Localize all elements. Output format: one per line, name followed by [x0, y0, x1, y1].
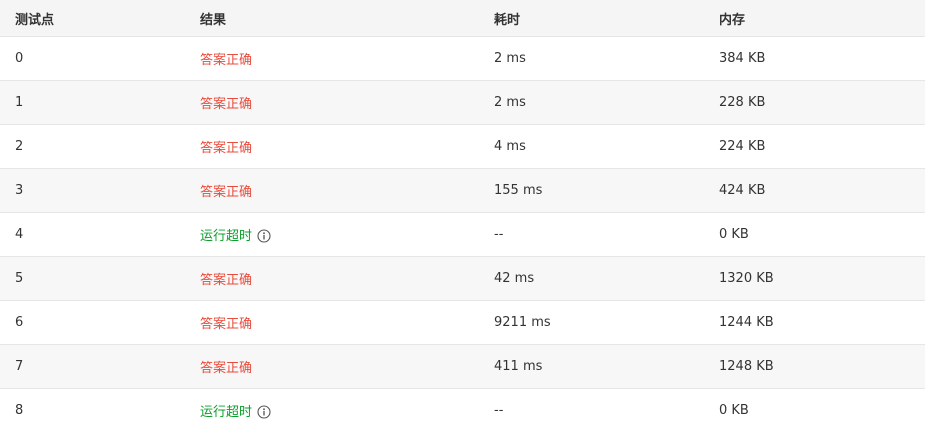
result-cell: 答案正确: [185, 301, 479, 345]
time-cell: 2 ms: [479, 81, 704, 125]
table-row: 8 运行超时 --0 KB: [0, 389, 925, 432]
testcase-id: 8: [0, 389, 185, 432]
status-accepted: 答案正确: [200, 185, 252, 200]
result-cell: 答案正确: [185, 169, 479, 213]
header-time: 耗时: [479, 0, 704, 37]
result-cell: 答案正确: [185, 37, 479, 81]
memory-cell: 224 KB: [704, 125, 925, 169]
table-header-row: 测试点 结果 耗时 内存: [0, 0, 925, 37]
result-cell: 答案正确: [185, 81, 479, 125]
time-cell: 9211 ms: [479, 301, 704, 345]
result-cell: 答案正确: [185, 345, 479, 389]
time-cell: 155 ms: [479, 169, 704, 213]
memory-cell: 1244 KB: [704, 301, 925, 345]
memory-cell: 424 KB: [704, 169, 925, 213]
table-row: 3 答案正确 155 ms424 KB: [0, 169, 925, 213]
testcase-id: 7: [0, 345, 185, 389]
header-result: 结果: [185, 0, 479, 37]
info-icon[interactable]: [257, 405, 271, 419]
testcase-id: 1: [0, 81, 185, 125]
memory-cell: 228 KB: [704, 81, 925, 125]
info-icon[interactable]: [257, 229, 271, 243]
status-accepted: 答案正确: [200, 97, 252, 112]
status-accepted: 答案正确: [200, 141, 252, 156]
testcase-id: 4: [0, 213, 185, 257]
status-accepted: 答案正确: [200, 273, 252, 288]
table-row: 6 答案正确 9211 ms1244 KB: [0, 301, 925, 345]
time-cell: 42 ms: [479, 257, 704, 301]
result-cell: 答案正确: [185, 125, 479, 169]
header-memory: 内存: [704, 0, 925, 37]
table-row: 1 答案正确 2 ms228 KB: [0, 81, 925, 125]
result-cell: 运行超时: [185, 389, 479, 432]
memory-cell: 0 KB: [704, 213, 925, 257]
table-body: 0 答案正确 2 ms384 KB 1 答案正确 2 ms228 KB 2 答案正确 4 ms2…: [0, 37, 925, 432]
memory-cell: 1320 KB: [704, 257, 925, 301]
status-accepted: 答案正确: [200, 317, 252, 332]
memory-cell: 384 KB: [704, 37, 925, 81]
testcase-results-table: 测试点 结果 耗时 内存 0 答案正确 2 ms384 KB 1 答案正确 2 ms228…: [0, 0, 925, 432]
table-row: 7 答案正确 411 ms1248 KB: [0, 345, 925, 389]
status-time-limit-exceeded: 运行超时: [200, 229, 252, 244]
time-cell: 2 ms: [479, 37, 704, 81]
testcase-id: 6: [0, 301, 185, 345]
testcase-id: 0: [0, 37, 185, 81]
table-row: 4 运行超时 --0 KB: [0, 213, 925, 257]
header-testcase: 测试点: [0, 0, 185, 37]
memory-cell: 0 KB: [704, 389, 925, 432]
status-accepted: 答案正确: [200, 361, 252, 376]
result-cell: 答案正确: [185, 257, 479, 301]
table-row: 2 答案正确 4 ms224 KB: [0, 125, 925, 169]
table-header: 测试点 结果 耗时 内存: [0, 0, 925, 37]
time-cell: --: [479, 389, 704, 432]
testcase-id: 2: [0, 125, 185, 169]
status-accepted: 答案正确: [200, 53, 252, 68]
table-row: 5 答案正确 42 ms1320 KB: [0, 257, 925, 301]
time-cell: --: [479, 213, 704, 257]
table-row: 0 答案正确 2 ms384 KB: [0, 37, 925, 81]
time-cell: 411 ms: [479, 345, 704, 389]
testcase-id: 5: [0, 257, 185, 301]
memory-cell: 1248 KB: [704, 345, 925, 389]
testcase-id: 3: [0, 169, 185, 213]
time-cell: 4 ms: [479, 125, 704, 169]
result-cell: 运行超时: [185, 213, 479, 257]
status-time-limit-exceeded: 运行超时: [200, 405, 252, 420]
